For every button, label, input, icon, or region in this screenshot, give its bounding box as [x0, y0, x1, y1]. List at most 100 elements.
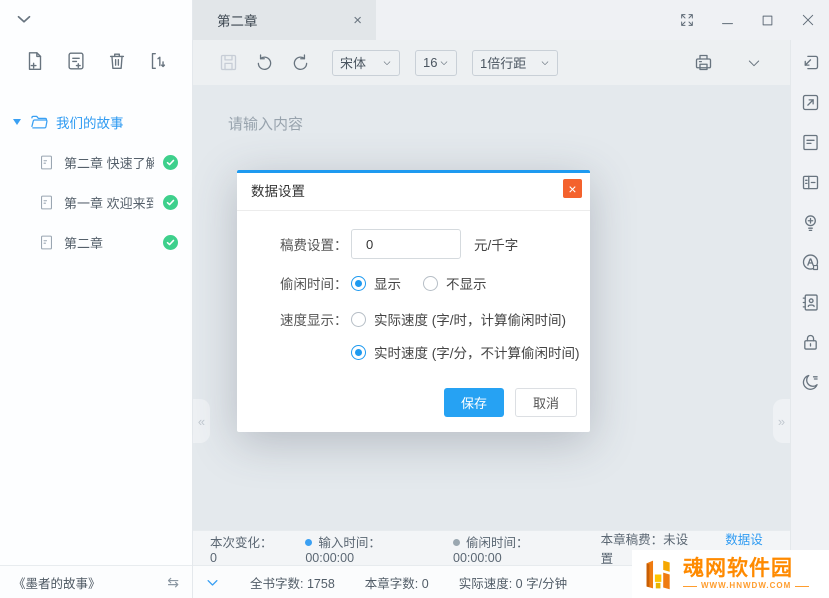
- format-toolbar: 宋体 16 1倍行距: [193, 40, 790, 85]
- fee-setting-label: 稿费设置：: [280, 234, 351, 254]
- close-window-button[interactable]: [800, 12, 816, 28]
- version-rollback-button[interactable]: [800, 52, 821, 73]
- dialog-title: 数据设置: [251, 173, 563, 210]
- input-time-label: 输入时间：: [318, 536, 381, 550]
- watermark-site: WWW.HNWDW.COM: [683, 582, 809, 590]
- font-size-value: 16: [423, 55, 437, 70]
- idle-show-label: 显示: [374, 273, 401, 293]
- change-value: 0: [210, 551, 217, 565]
- radio-unselected-icon[interactable]: [351, 312, 366, 327]
- export-share-button[interactable]: [800, 92, 821, 113]
- chapter-sort-button[interactable]: [147, 50, 169, 72]
- chevron-down-icon: [382, 58, 392, 68]
- radio-selected-icon[interactable]: [351, 345, 366, 360]
- watermark-url: WWW.HNWDW.COM: [701, 582, 791, 590]
- sidebar-collapse-chevron-icon[interactable]: [13, 8, 35, 30]
- idle-hide-option[interactable]: 不显示: [423, 273, 487, 293]
- structure-board-button[interactable]: [800, 172, 821, 193]
- total-words-label: 全书字数:: [250, 577, 303, 591]
- redo-button[interactable]: [290, 52, 311, 73]
- watermark-brand: 魂网软件园: [683, 558, 809, 579]
- chapter-fee-label: 本章稿费：: [601, 533, 664, 547]
- font-family-value: 宋体: [340, 53, 366, 72]
- switch-book-icon[interactable]: ⇆: [167, 574, 179, 591]
- new-chapter-button[interactable]: [24, 50, 46, 72]
- idle-show-option[interactable]: 显示: [351, 273, 401, 293]
- data-settings-dialog: 数据设置 × 稿费设置： 元/千字 偷闲时间： 显示 不显示: [237, 170, 590, 432]
- watermark-text: 魂网软件园 WWW.HNWDW.COM: [683, 558, 809, 590]
- radio-unselected-icon[interactable]: [423, 276, 438, 291]
- save-settings-button[interactable]: 保存: [444, 388, 504, 417]
- editor-placeholder: 请输入内容: [228, 113, 303, 134]
- undo-button[interactable]: [254, 52, 275, 73]
- toolbar-more-chevron-icon[interactable]: [746, 55, 762, 71]
- folder-label: 我们的故事: [56, 112, 124, 132]
- folder-expand-triangle-icon[interactable]: [13, 119, 21, 125]
- actual-speed-value: 0 字/分钟: [516, 577, 567, 591]
- format-toolbar-right: [693, 52, 762, 73]
- speed-display-row: 速度显示： 实际速度 (字/时，计算偷闲时间): [280, 309, 590, 329]
- total-words: 全书字数: 1758: [250, 573, 335, 592]
- typo-check-button[interactable]: [800, 252, 821, 273]
- collapse-left-panel-handle[interactable]: «: [193, 399, 210, 443]
- fullscreen-button[interactable]: [679, 12, 695, 28]
- folder-icon: [29, 112, 49, 132]
- saved-check-icon: [163, 195, 178, 210]
- chapter-words: 本章字数: 0: [365, 573, 429, 592]
- font-size-select[interactable]: 16: [415, 50, 457, 76]
- idle-time-setting-label: 偷闲时间：: [280, 273, 351, 293]
- save-button[interactable]: [218, 52, 239, 73]
- outline-notes-button[interactable]: [800, 132, 821, 153]
- line-spacing-select[interactable]: 1倍行距: [472, 50, 558, 76]
- chevron-down-icon: [540, 58, 550, 68]
- new-volume-button[interactable]: [65, 50, 87, 72]
- idle-hide-label: 不显示: [446, 273, 487, 293]
- book-title-row: 《墨者的故事》 ⇆: [0, 565, 192, 598]
- minimize-button[interactable]: [720, 13, 735, 28]
- speed-realtime-row: 实时速度 (字/分，不计算偷闲时间): [280, 342, 590, 362]
- watermark-dash-left: [683, 586, 697, 587]
- print-button[interactable]: [693, 52, 714, 73]
- speed-realtime-label: 实时速度 (字/分，不计算偷闲时间): [374, 342, 580, 362]
- chapter-list-item[interactable]: 第二章 快速了解...: [0, 142, 192, 182]
- tab-active[interactable]: 第二章 ×: [193, 0, 376, 40]
- chapter-words-value: 0: [422, 577, 429, 591]
- tab-title: 第二章: [217, 10, 353, 30]
- collapse-right-panel-handle[interactable]: »: [773, 399, 790, 443]
- speed-actual-label: 实际速度 (字/时，计算偷闲时间): [374, 309, 566, 329]
- speed-display-label: 速度显示：: [280, 309, 351, 329]
- dialog-close-button[interactable]: ×: [563, 179, 582, 198]
- character-book-button[interactable]: [800, 292, 821, 313]
- radio-selected-icon[interactable]: [351, 276, 366, 291]
- inspiration-bulb-button[interactable]: [800, 212, 821, 233]
- chapter-list-item[interactable]: 第二章: [0, 222, 192, 262]
- total-words-value: 1758: [307, 577, 335, 591]
- speed-realtime-option[interactable]: 实时速度 (字/分，不计算偷闲时间): [351, 342, 580, 362]
- fee-input[interactable]: [351, 229, 461, 259]
- font-family-select[interactable]: 宋体: [332, 50, 400, 76]
- collapse-left-glyph: «: [198, 414, 205, 429]
- chapter-title: 第二章: [64, 233, 154, 252]
- lock-button[interactable]: [800, 332, 821, 353]
- trash-button[interactable]: [106, 50, 128, 72]
- right-sidebar: [790, 40, 829, 598]
- maximize-button[interactable]: [760, 13, 775, 28]
- chapter-list-item[interactable]: 第一章 欢迎来到...: [0, 182, 192, 222]
- line-spacing-value: 1倍行距: [480, 53, 526, 72]
- input-time-dot-icon: [305, 539, 312, 546]
- dialog-body: 稿费设置： 元/千字 偷闲时间： 显示 不显示 速度显示： 实: [237, 211, 590, 362]
- cancel-button[interactable]: 取消: [515, 388, 577, 417]
- fee-setting-row: 稿费设置： 元/千字: [280, 229, 590, 259]
- speed-actual-option[interactable]: 实际速度 (字/时，计算偷闲时间): [351, 309, 566, 329]
- collapse-right-glyph: »: [778, 414, 785, 429]
- input-time: 输入时间：00:00:00: [305, 532, 424, 565]
- chapter-title: 第一章 欢迎来到...: [64, 193, 154, 212]
- chapter-tree: 我们的故事 第二章 快速了解... 第一章 欢迎来到... 第二章: [0, 104, 192, 262]
- folder-row[interactable]: 我们的故事: [0, 104, 192, 142]
- stats-expand-chevron-icon[interactable]: [205, 575, 220, 590]
- tab-close-icon[interactable]: ×: [353, 13, 362, 28]
- idle-time-label: 偷闲时间：: [466, 536, 529, 550]
- document-icon: [38, 234, 55, 251]
- book-title: 《墨者的故事》: [13, 573, 101, 592]
- night-mode-button[interactable]: [800, 372, 821, 393]
